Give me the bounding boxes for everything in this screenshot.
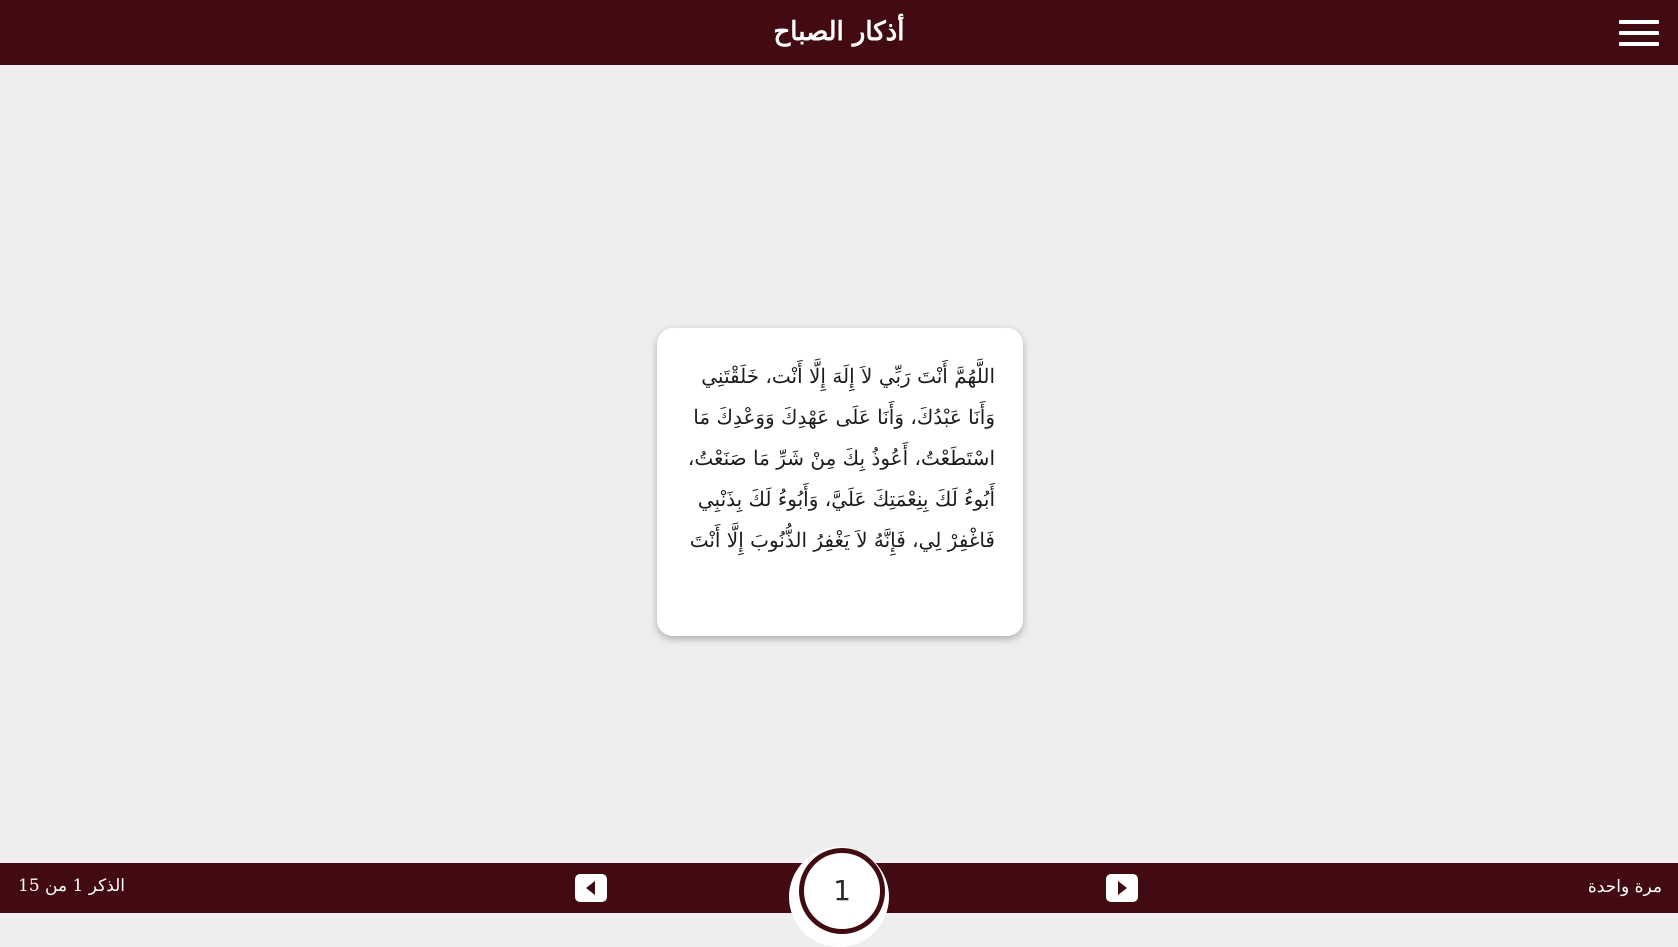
caret-left-icon bbox=[586, 881, 595, 895]
menu-bar bbox=[1619, 31, 1659, 35]
hamburger-menu-icon[interactable] bbox=[1619, 20, 1659, 46]
menu-bar bbox=[1619, 20, 1659, 24]
dhikr-text: اللَّهُمَّ أَنْتَ رَبِّي لاَ إِلَهَ إِلَ… bbox=[687, 364, 995, 552]
menu-bar bbox=[1619, 42, 1659, 46]
counter-value: 1 bbox=[799, 848, 885, 934]
next-button[interactable] bbox=[1106, 874, 1138, 902]
caret-right-icon bbox=[1118, 881, 1127, 895]
dhikr-card[interactable]: اللَّهُمَّ أَنْتَ رَبِّي لاَ إِلَهَ إِلَ… bbox=[657, 328, 1023, 636]
repeat-count-label: مرة واحدة bbox=[1587, 877, 1662, 897]
page-title: أذكار الصباح bbox=[773, 17, 905, 47]
app-header: أذكار الصباح bbox=[0, 0, 1678, 65]
previous-button[interactable] bbox=[575, 874, 607, 902]
counter-button[interactable]: 1 bbox=[789, 847, 889, 947]
progress-label: الذكر 1 من 15 bbox=[18, 876, 126, 896]
